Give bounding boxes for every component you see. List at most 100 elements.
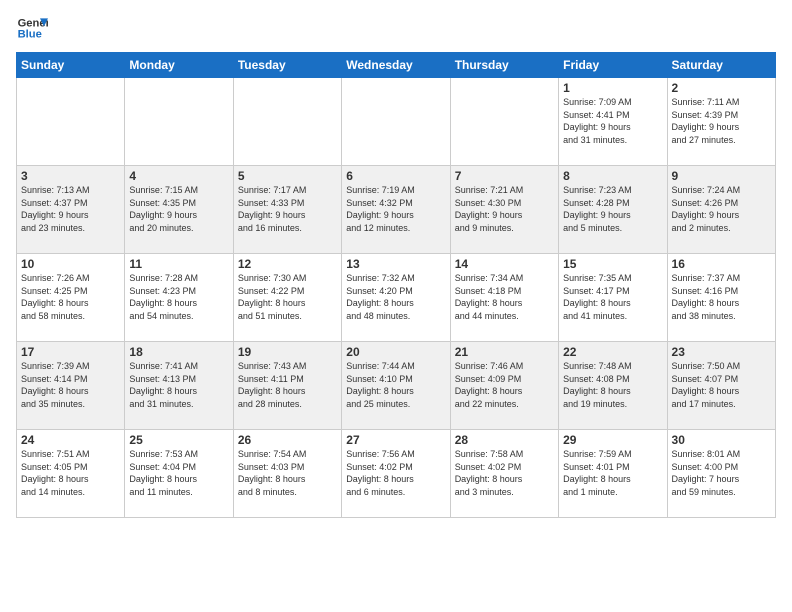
weekday-header-saturday: Saturday bbox=[667, 53, 775, 78]
calendar-day: 9Sunrise: 7:24 AM Sunset: 4:26 PM Daylig… bbox=[667, 166, 775, 254]
weekday-header-friday: Friday bbox=[559, 53, 667, 78]
day-info: Sunrise: 7:09 AM Sunset: 4:41 PM Dayligh… bbox=[563, 96, 662, 146]
day-number: 19 bbox=[238, 345, 337, 359]
day-info: Sunrise: 7:44 AM Sunset: 4:10 PM Dayligh… bbox=[346, 360, 445, 410]
day-number: 27 bbox=[346, 433, 445, 447]
header: General Blue bbox=[16, 12, 776, 44]
calendar-week-2: 3Sunrise: 7:13 AM Sunset: 4:37 PM Daylig… bbox=[17, 166, 776, 254]
day-info: Sunrise: 7:21 AM Sunset: 4:30 PM Dayligh… bbox=[455, 184, 554, 234]
calendar-day: 30Sunrise: 8:01 AM Sunset: 4:00 PM Dayli… bbox=[667, 430, 775, 518]
day-number: 13 bbox=[346, 257, 445, 271]
calendar-day: 26Sunrise: 7:54 AM Sunset: 4:03 PM Dayli… bbox=[233, 430, 341, 518]
day-info: Sunrise: 7:54 AM Sunset: 4:03 PM Dayligh… bbox=[238, 448, 337, 498]
day-info: Sunrise: 7:34 AM Sunset: 4:18 PM Dayligh… bbox=[455, 272, 554, 322]
weekday-header-wednesday: Wednesday bbox=[342, 53, 450, 78]
calendar-day: 15Sunrise: 7:35 AM Sunset: 4:17 PM Dayli… bbox=[559, 254, 667, 342]
day-info: Sunrise: 7:28 AM Sunset: 4:23 PM Dayligh… bbox=[129, 272, 228, 322]
day-info: Sunrise: 7:26 AM Sunset: 4:25 PM Dayligh… bbox=[21, 272, 120, 322]
day-info: Sunrise: 7:13 AM Sunset: 4:37 PM Dayligh… bbox=[21, 184, 120, 234]
day-number: 29 bbox=[563, 433, 662, 447]
day-info: Sunrise: 7:15 AM Sunset: 4:35 PM Dayligh… bbox=[129, 184, 228, 234]
calendar-day: 13Sunrise: 7:32 AM Sunset: 4:20 PM Dayli… bbox=[342, 254, 450, 342]
day-info: Sunrise: 7:23 AM Sunset: 4:28 PM Dayligh… bbox=[563, 184, 662, 234]
day-number: 3 bbox=[21, 169, 120, 183]
calendar-day: 11Sunrise: 7:28 AM Sunset: 4:23 PM Dayli… bbox=[125, 254, 233, 342]
day-number: 18 bbox=[129, 345, 228, 359]
day-info: Sunrise: 7:17 AM Sunset: 4:33 PM Dayligh… bbox=[238, 184, 337, 234]
logo: General Blue bbox=[16, 12, 48, 44]
calendar-day: 19Sunrise: 7:43 AM Sunset: 4:11 PM Dayli… bbox=[233, 342, 341, 430]
day-number: 2 bbox=[672, 81, 771, 95]
logo-icon: General Blue bbox=[16, 12, 48, 44]
day-info: Sunrise: 7:48 AM Sunset: 4:08 PM Dayligh… bbox=[563, 360, 662, 410]
day-number: 17 bbox=[21, 345, 120, 359]
calendar: SundayMondayTuesdayWednesdayThursdayFrid… bbox=[16, 52, 776, 518]
calendar-day: 5Sunrise: 7:17 AM Sunset: 4:33 PM Daylig… bbox=[233, 166, 341, 254]
weekday-header-monday: Monday bbox=[125, 53, 233, 78]
day-info: Sunrise: 7:37 AM Sunset: 4:16 PM Dayligh… bbox=[672, 272, 771, 322]
calendar-day: 4Sunrise: 7:15 AM Sunset: 4:35 PM Daylig… bbox=[125, 166, 233, 254]
calendar-week-3: 10Sunrise: 7:26 AM Sunset: 4:25 PM Dayli… bbox=[17, 254, 776, 342]
svg-text:Blue: Blue bbox=[18, 29, 42, 41]
day-number: 24 bbox=[21, 433, 120, 447]
calendar-day bbox=[233, 78, 341, 166]
day-number: 10 bbox=[21, 257, 120, 271]
calendar-week-4: 17Sunrise: 7:39 AM Sunset: 4:14 PM Dayli… bbox=[17, 342, 776, 430]
day-number: 23 bbox=[672, 345, 771, 359]
day-info: Sunrise: 7:59 AM Sunset: 4:01 PM Dayligh… bbox=[563, 448, 662, 498]
day-info: Sunrise: 7:32 AM Sunset: 4:20 PM Dayligh… bbox=[346, 272, 445, 322]
day-number: 25 bbox=[129, 433, 228, 447]
day-info: Sunrise: 7:53 AM Sunset: 4:04 PM Dayligh… bbox=[129, 448, 228, 498]
day-info: Sunrise: 7:39 AM Sunset: 4:14 PM Dayligh… bbox=[21, 360, 120, 410]
day-number: 16 bbox=[672, 257, 771, 271]
calendar-day: 24Sunrise: 7:51 AM Sunset: 4:05 PM Dayli… bbox=[17, 430, 125, 518]
calendar-day: 23Sunrise: 7:50 AM Sunset: 4:07 PM Dayli… bbox=[667, 342, 775, 430]
day-number: 8 bbox=[563, 169, 662, 183]
day-number: 5 bbox=[238, 169, 337, 183]
page: General Blue SundayMondayTuesdayWednesda… bbox=[0, 0, 792, 612]
calendar-day: 25Sunrise: 7:53 AM Sunset: 4:04 PM Dayli… bbox=[125, 430, 233, 518]
calendar-day: 7Sunrise: 7:21 AM Sunset: 4:30 PM Daylig… bbox=[450, 166, 558, 254]
day-info: Sunrise: 7:43 AM Sunset: 4:11 PM Dayligh… bbox=[238, 360, 337, 410]
calendar-day: 16Sunrise: 7:37 AM Sunset: 4:16 PM Dayli… bbox=[667, 254, 775, 342]
day-info: Sunrise: 7:11 AM Sunset: 4:39 PM Dayligh… bbox=[672, 96, 771, 146]
day-info: Sunrise: 7:24 AM Sunset: 4:26 PM Dayligh… bbox=[672, 184, 771, 234]
calendar-day: 28Sunrise: 7:58 AM Sunset: 4:02 PM Dayli… bbox=[450, 430, 558, 518]
calendar-day: 21Sunrise: 7:46 AM Sunset: 4:09 PM Dayli… bbox=[450, 342, 558, 430]
calendar-week-1: 1Sunrise: 7:09 AM Sunset: 4:41 PM Daylig… bbox=[17, 78, 776, 166]
day-info: Sunrise: 8:01 AM Sunset: 4:00 PM Dayligh… bbox=[672, 448, 771, 498]
calendar-day bbox=[17, 78, 125, 166]
calendar-day: 14Sunrise: 7:34 AM Sunset: 4:18 PM Dayli… bbox=[450, 254, 558, 342]
calendar-day: 3Sunrise: 7:13 AM Sunset: 4:37 PM Daylig… bbox=[17, 166, 125, 254]
calendar-week-5: 24Sunrise: 7:51 AM Sunset: 4:05 PM Dayli… bbox=[17, 430, 776, 518]
weekday-header-thursday: Thursday bbox=[450, 53, 558, 78]
weekday-header-row: SundayMondayTuesdayWednesdayThursdayFrid… bbox=[17, 53, 776, 78]
day-number: 22 bbox=[563, 345, 662, 359]
weekday-header-sunday: Sunday bbox=[17, 53, 125, 78]
calendar-day: 1Sunrise: 7:09 AM Sunset: 4:41 PM Daylig… bbox=[559, 78, 667, 166]
day-number: 14 bbox=[455, 257, 554, 271]
calendar-day: 12Sunrise: 7:30 AM Sunset: 4:22 PM Dayli… bbox=[233, 254, 341, 342]
day-number: 15 bbox=[563, 257, 662, 271]
calendar-day: 10Sunrise: 7:26 AM Sunset: 4:25 PM Dayli… bbox=[17, 254, 125, 342]
day-number: 7 bbox=[455, 169, 554, 183]
day-number: 9 bbox=[672, 169, 771, 183]
day-info: Sunrise: 7:30 AM Sunset: 4:22 PM Dayligh… bbox=[238, 272, 337, 322]
calendar-day: 17Sunrise: 7:39 AM Sunset: 4:14 PM Dayli… bbox=[17, 342, 125, 430]
day-number: 20 bbox=[346, 345, 445, 359]
calendar-day: 27Sunrise: 7:56 AM Sunset: 4:02 PM Dayli… bbox=[342, 430, 450, 518]
day-info: Sunrise: 7:46 AM Sunset: 4:09 PM Dayligh… bbox=[455, 360, 554, 410]
calendar-day bbox=[342, 78, 450, 166]
calendar-day: 2Sunrise: 7:11 AM Sunset: 4:39 PM Daylig… bbox=[667, 78, 775, 166]
day-number: 6 bbox=[346, 169, 445, 183]
calendar-day bbox=[450, 78, 558, 166]
day-number: 1 bbox=[563, 81, 662, 95]
day-number: 28 bbox=[455, 433, 554, 447]
day-number: 12 bbox=[238, 257, 337, 271]
day-number: 21 bbox=[455, 345, 554, 359]
day-number: 26 bbox=[238, 433, 337, 447]
calendar-day: 22Sunrise: 7:48 AM Sunset: 4:08 PM Dayli… bbox=[559, 342, 667, 430]
calendar-day: 8Sunrise: 7:23 AM Sunset: 4:28 PM Daylig… bbox=[559, 166, 667, 254]
day-number: 4 bbox=[129, 169, 228, 183]
day-info: Sunrise: 7:41 AM Sunset: 4:13 PM Dayligh… bbox=[129, 360, 228, 410]
